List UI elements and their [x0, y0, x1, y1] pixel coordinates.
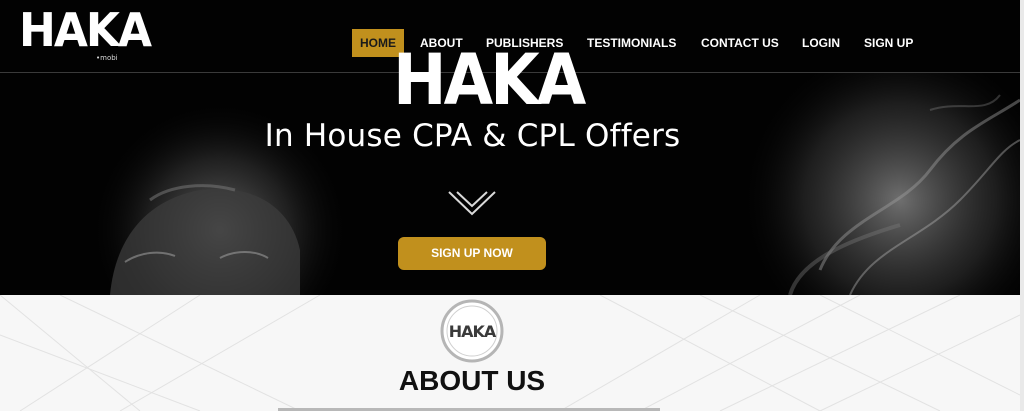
logo-wordmark: HAKA — [19, 4, 152, 58]
nav-item-testimonials[interactable]: TESTIMONIALS — [587, 29, 676, 57]
hero-section: HAKA •mobi HOME ABOUT PUBLISHERS TESTIMO… — [0, 0, 1020, 295]
hero-tagline: In House CPA & CPL Offers — [264, 118, 681, 154]
sign-up-now-button[interactable]: SIGN UP NOW — [398, 237, 546, 270]
site-logo[interactable]: HAKA •mobi — [19, 4, 152, 64]
hero-brand-logo: HAKA — [393, 40, 586, 122]
haka-badge-icon: HAKA — [440, 299, 504, 363]
double-chevron-down-icon[interactable] — [447, 188, 497, 218]
nav-item-sign-up[interactable]: SIGN UP — [864, 29, 913, 57]
about-us-heading: ABOUT US — [398, 365, 546, 396]
nav-item-login[interactable]: LOGIN — [802, 29, 840, 57]
page-scrollbar[interactable] — [1020, 0, 1024, 411]
logo-subtext: •mobi — [96, 54, 118, 62]
nav-item-contact-us[interactable]: CONTACT US — [701, 29, 779, 57]
about-section: HAKA ABOUT US — [0, 295, 1020, 411]
badge-text: HAKA — [449, 322, 497, 341]
